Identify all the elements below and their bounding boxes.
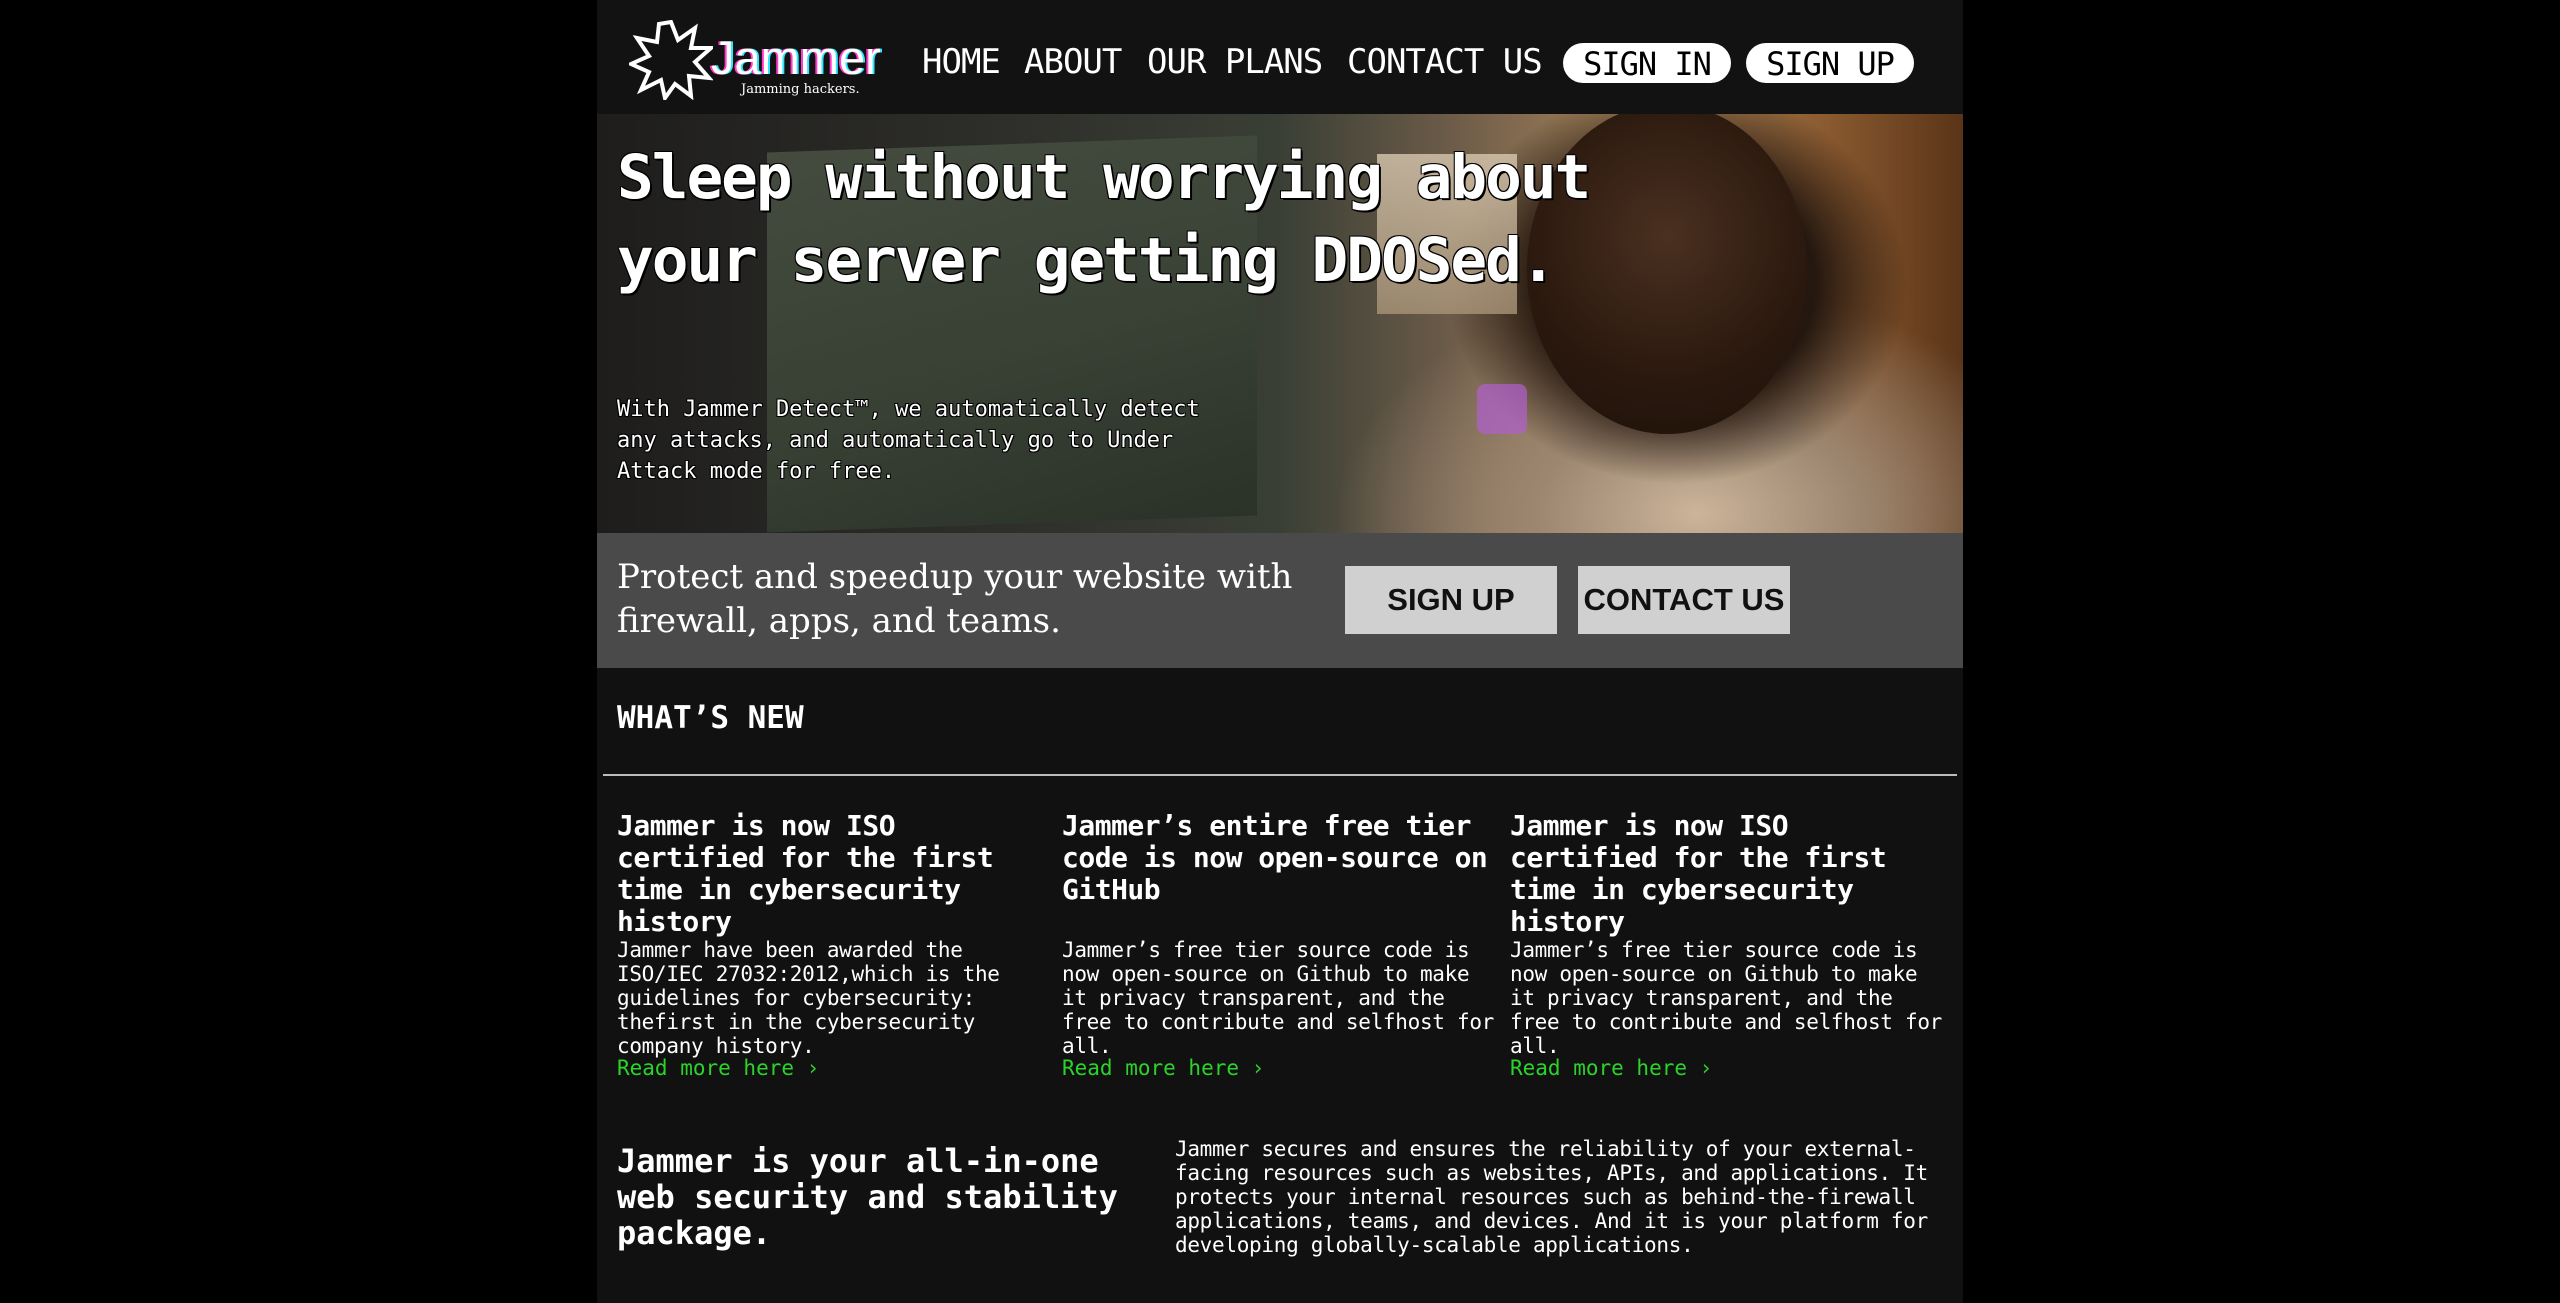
nav-about[interactable]: ABOUT (1024, 42, 1122, 82)
news-title: Jammer is now ISO certified for the firs… (617, 809, 994, 938)
logo-wordmark: Jammer (711, 31, 881, 84)
news-title: Jammer’s entire free tier code is now op… (1062, 809, 1488, 906)
news-body: Jammer’s free tier source code is now op… (1062, 938, 1495, 1058)
cta-text: Protect and speedup your website with fi… (617, 557, 1293, 641)
logo-tagline: Jamming hackers. (741, 82, 860, 97)
hero-banner: Sleep without worrying about your server… (597, 114, 1963, 533)
sign-in-button[interactable]: SIGN IN (1563, 43, 1731, 83)
read-more-link[interactable]: Read more here › (1062, 1056, 1264, 1080)
top-nav: Jammer Jamming hackers. HOME ABOUT OUR P… (597, 0, 1963, 114)
news-item: Jammer’s entire free tier code is now op… (1062, 809, 1494, 1081)
nav-our-plans[interactable]: OUR PLANS (1147, 42, 1323, 82)
cta-contact-us-button[interactable]: CONTACT US (1578, 566, 1790, 634)
hero-headline: Sleep without worrying about your server… (617, 142, 1591, 296)
pitch-body: Jammer secures and ensures the reliabili… (1175, 1137, 1928, 1257)
hero-subtext: With Jammer Detect™, we automatically de… (617, 397, 1200, 484)
nav-home[interactable]: HOME (922, 42, 1001, 82)
read-more-link[interactable]: Read more here › (617, 1056, 819, 1080)
section-divider (603, 774, 1957, 776)
news-body: Jammer’s free tier source code is now op… (1510, 938, 1943, 1058)
starburst-logo-icon (629, 20, 713, 100)
cta-sign-up-button[interactable]: SIGN UP (1345, 566, 1557, 634)
news-body: Jammer have been awarded the ISO/IEC 270… (617, 938, 1000, 1058)
cta-band: Protect and speedup your website with fi… (597, 533, 1963, 668)
whats-new-heading: WHAT’S NEW (617, 700, 804, 736)
nav-contact-us[interactable]: CONTACT US (1347, 42, 1543, 82)
page: Jammer Jamming hackers. HOME ABOUT OUR P… (597, 0, 1963, 1303)
news-item: Jammer is now ISO certified for the firs… (617, 809, 1047, 1081)
news-item: Jammer is now ISO certified for the firs… (1510, 809, 1942, 1081)
news-title: Jammer is now ISO certified for the firs… (1510, 809, 1887, 938)
hero-image-lamp (1477, 384, 1527, 434)
sign-up-nav-button[interactable]: SIGN UP (1746, 43, 1914, 83)
pitch-heading: Jammer is your all-in-one web security a… (617, 1142, 1118, 1252)
logo[interactable]: Jammer Jamming hackers. (629, 20, 899, 100)
read-more-link[interactable]: Read more here › (1510, 1056, 1712, 1080)
